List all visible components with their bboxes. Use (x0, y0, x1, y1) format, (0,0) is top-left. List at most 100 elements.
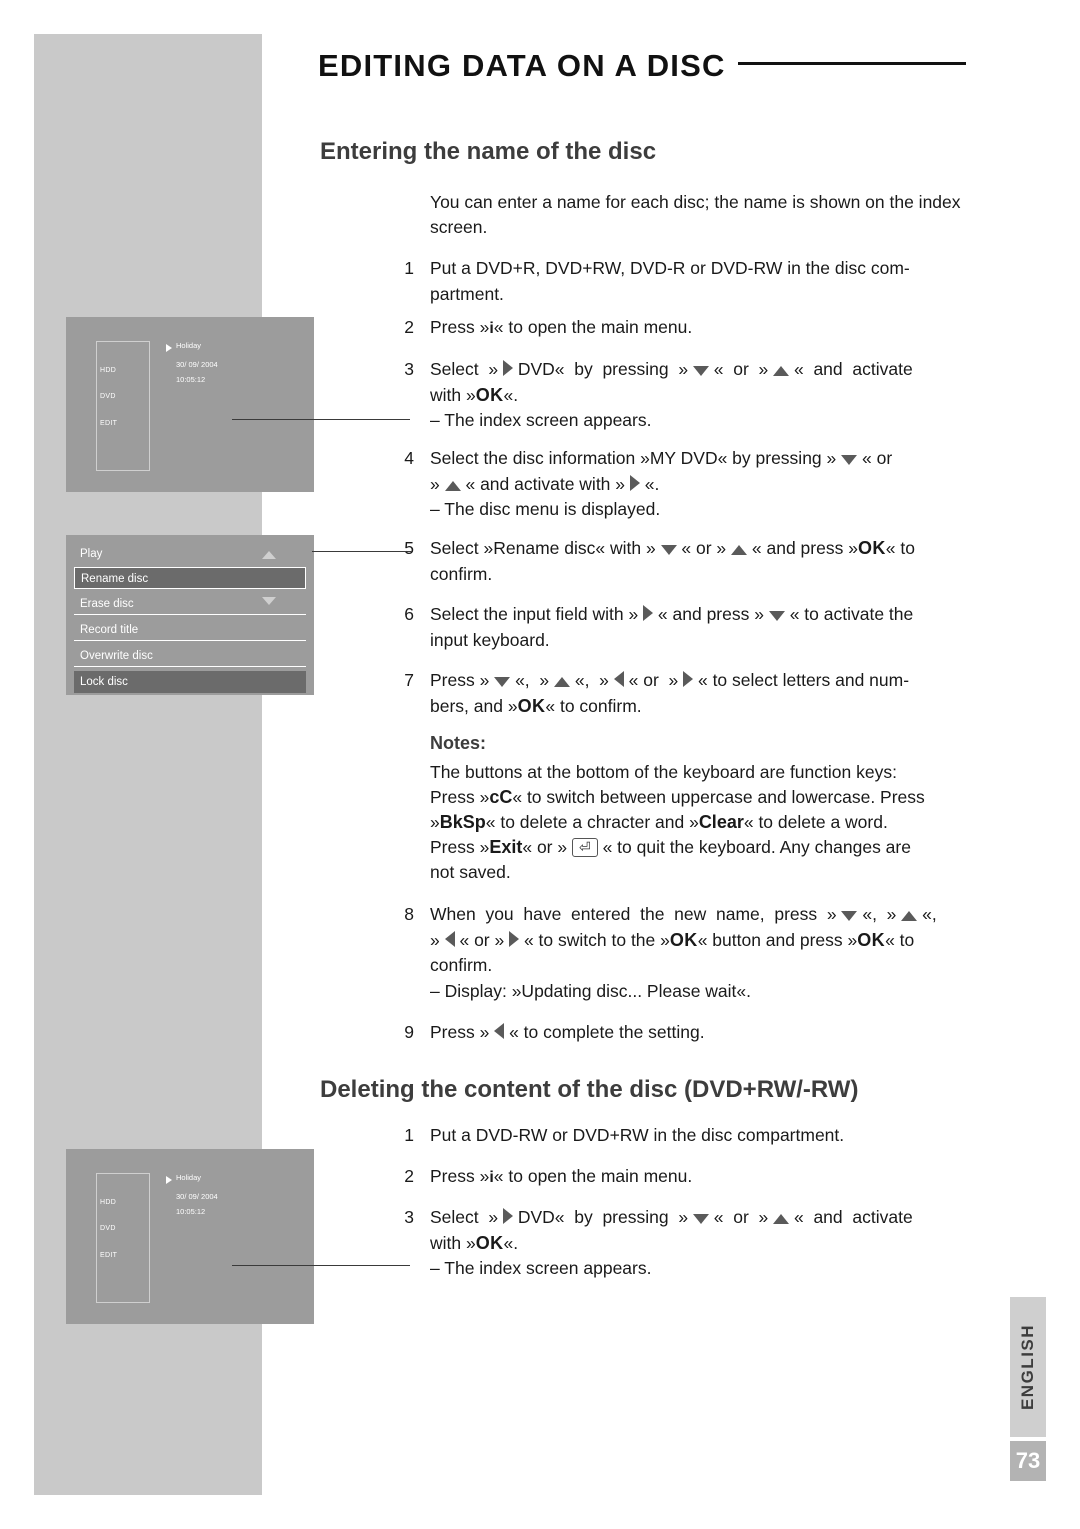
menu-item-overwrite-disc[interactable]: Overwrite disc (74, 645, 306, 667)
step-text: Press »i« to open the main menu. (430, 1164, 1004, 1191)
figure-label-edit: EDIT (100, 1252, 118, 1259)
arrow-down-icon (692, 1214, 709, 1224)
ok-button-glyph: OK (857, 929, 886, 950)
step-text: Press »i« to open the main menu. (430, 315, 1004, 342)
step-text: Select the disc information »MY DVD« by … (430, 448, 893, 494)
step-text: Select » DVD« by pressing » « or » « and… (430, 1207, 913, 1253)
step-1: 1 Put a DVD+R, DVD+RW, DVD-R or DVD-RW i… (392, 256, 1004, 307)
notes-block: The buttons at the bottom of the keyboar… (430, 760, 992, 885)
title-rule (737, 61, 966, 65)
info-button-glyph: i (489, 1169, 494, 1186)
figure-label-edit: EDIT (100, 420, 118, 427)
language-tab: ENGLISH (1010, 1297, 1046, 1437)
leader-line-bottom (232, 1265, 410, 1266)
arrow-down-icon (841, 455, 858, 465)
scroll-up-icon (262, 551, 276, 559)
ok-button-glyph: OK (669, 929, 698, 950)
step-number: 2 (404, 317, 414, 337)
figure-disc-title: Holiday (176, 1173, 202, 1182)
language-label: ENGLISH (1018, 1323, 1037, 1411)
figure-label-dvd: DVD (100, 393, 116, 400)
leader-line-menu (312, 551, 412, 552)
del-step-1: 1 Put a DVD-RW or DVD+RW in the disc com… (392, 1123, 1004, 1149)
bksp-key-glyph: BkSp (439, 812, 486, 832)
arrow-up-icon (901, 911, 918, 921)
arrow-down-icon (692, 366, 709, 376)
arrow-down-icon (768, 611, 785, 621)
arrow-down-icon (494, 677, 511, 687)
step-number: 6 (404, 604, 414, 624)
notes-line-1: The buttons at the bottom of the keyboar… (430, 762, 897, 782)
leader-line-top (232, 419, 410, 420)
clear-key-glyph: Clear (698, 812, 744, 832)
ok-button-glyph: OK (475, 1232, 504, 1253)
case-key-glyph: cC (489, 787, 513, 807)
info-button-glyph: i (489, 320, 494, 337)
step-sub-text: – The index screen appears. (430, 410, 652, 430)
step-5: 5 Select »Rename disc« with » « or » « a… (392, 536, 1004, 587)
figure-label-dvd: DVD (100, 1225, 116, 1232)
arrow-up-icon (773, 1214, 790, 1224)
step-text: Press » « to complete the setting. (430, 1022, 705, 1042)
step-number: 4 (404, 448, 414, 468)
step-9: 9 Press » « to complete the setting. (392, 1020, 1004, 1046)
ok-button-glyph: OK (857, 538, 886, 558)
notes-line-2: Press »cC« to switch between uppercase a… (430, 787, 925, 832)
ok-button-glyph: OK (475, 384, 504, 405)
arrow-right-icon (683, 671, 694, 687)
page-header: EDITING DATA ON A DISC (318, 48, 1038, 84)
step-4: 4 Select the disc information »MY DVD« b… (392, 446, 1004, 523)
step-number: 7 (404, 670, 414, 690)
menu-item-record-title[interactable]: Record title (74, 619, 306, 641)
step-number: 1 (404, 1125, 414, 1145)
step-2: 2 Press »i« to open the main menu. (392, 315, 1004, 342)
arrow-right-icon (502, 360, 513, 376)
del-step-3: 3 Select » DVD« by pressing » « or » « a… (392, 1205, 1004, 1282)
step-number: 2 (404, 1166, 414, 1186)
exit-key-glyph: Exit (489, 837, 523, 857)
figure-index-screen-bottom: HDD DVD EDIT Holiday 30/ 09/ 2004 10:05:… (66, 1149, 314, 1324)
step-text: Select »Rename disc« with » « or » « and… (430, 538, 915, 584)
step-text: Select » DVD« by pressing » « or » « and… (430, 359, 913, 405)
arrow-up-icon (731, 545, 748, 555)
arrow-left-icon (494, 1023, 505, 1039)
page-number: 73 (1010, 1441, 1046, 1481)
step-7: 7 Press » «, » «, » « or » « to select l… (392, 668, 1004, 719)
step-8: 8 When you have entered the new name, pr… (392, 902, 1004, 1004)
step-number: 3 (404, 359, 414, 379)
arrow-up-icon (553, 677, 570, 687)
arrow-down-icon (660, 545, 677, 555)
step-number: 8 (404, 904, 414, 924)
menu-item-rename-disc[interactable]: Rename disc (74, 567, 306, 589)
figure-disc-date: 30/ 09/ 2004 (176, 1192, 218, 1201)
figure-disc-time: 10:05:12 (176, 1207, 206, 1216)
arrow-right-icon (502, 1208, 513, 1224)
step-3: 3 Select » DVD« by pressing » « or » « a… (392, 357, 1004, 434)
page-title: EDITING DATA ON A DISC (318, 48, 726, 83)
del-step-2: 2 Press »i« to open the main menu. (392, 1164, 1004, 1191)
step-number: 1 (404, 258, 414, 278)
play-icon (166, 344, 172, 352)
section-title-entering-name: Entering the name of the disc (320, 138, 657, 165)
figure-disc-menu: Play Rename disc Erase disc Record title… (66, 535, 314, 695)
arrow-up-icon (444, 480, 461, 491)
step-number: 5 (404, 538, 414, 558)
arrow-right-icon (509, 930, 520, 947)
ok-button-glyph: OK (517, 695, 546, 716)
menu-item-erase-disc[interactable]: Erase disc (74, 593, 306, 615)
step-sub-text: – The index screen appears. (430, 1258, 652, 1278)
arrow-left-icon (613, 671, 624, 687)
figure-disc-time: 10:05:12 (176, 375, 206, 384)
step-text: Press » «, » «, » « or » « to select let… (430, 670, 910, 716)
play-icon (166, 1176, 172, 1184)
figure-label-hdd: HDD (100, 1199, 117, 1206)
document-page: EDITING DATA ON A DISC Entering the name… (0, 0, 1080, 1529)
menu-item-lock-disc[interactable]: Lock disc (74, 671, 306, 693)
arrow-right-icon (629, 474, 640, 491)
figure-sidebar-box (96, 1173, 150, 1303)
enter-key-icon: ⏎ (571, 838, 598, 857)
step-sub-text: – The disc menu is displayed. (430, 499, 661, 519)
step-number: 3 (404, 1207, 414, 1227)
step-6: 6 Select the input field with » « and pr… (392, 602, 1004, 653)
section-title-deleting-content: Deleting the content of the disc (DVD+RW… (320, 1076, 859, 1103)
